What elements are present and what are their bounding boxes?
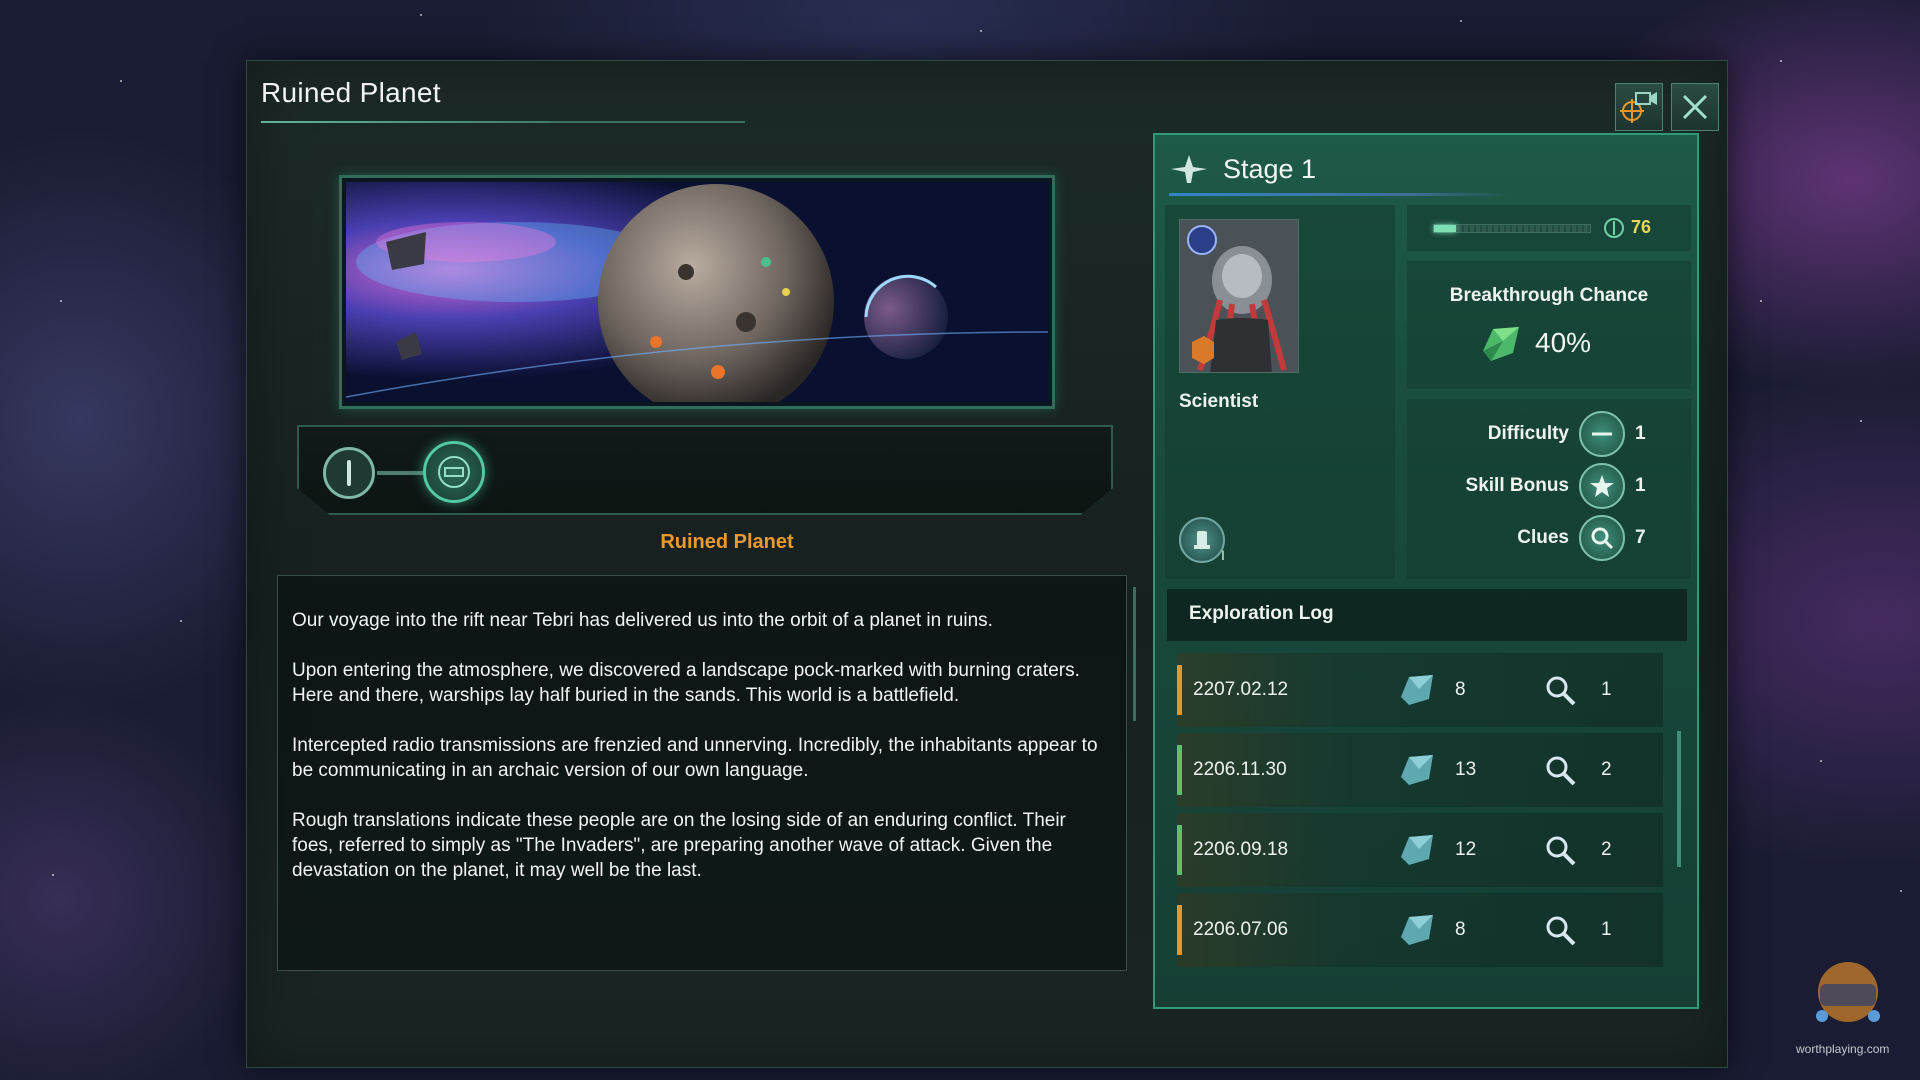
log-entry-date: 2206.09.18 [1193, 839, 1289, 860]
stage-panel: Stage 1 Scientist I 76 Breakthrough Chan… [1153, 133, 1699, 1009]
log-entry-progress: 13 [1455, 759, 1477, 780]
ship-icon [1171, 155, 1207, 183]
breakthrough-gem-icon [1483, 327, 1519, 361]
leader-role: Scientist [1179, 391, 1259, 412]
stat-skill-bonus: Skill Bonus 1 [1466, 463, 1651, 509]
log-entry-accent [1177, 825, 1182, 875]
log-entry-accent [1177, 745, 1182, 795]
watermark-logo [1816, 962, 1880, 1022]
camera-target-button[interactable] [1615, 83, 1663, 131]
log-entry[interactable]: 2206.07.06 8 1 [1177, 893, 1663, 967]
stage-2-icon [438, 456, 470, 488]
progress-gem-icon [1401, 755, 1433, 785]
stage-link [377, 471, 425, 475]
stage-title: Stage 1 [1223, 153, 1317, 184]
stage-tracker [297, 425, 1113, 515]
log-entry[interactable]: 2207.02.12 8 1 [1177, 653, 1663, 727]
description-paragraph: Intercepted radio transmissions are fren… [292, 735, 1098, 781]
log-entry-date: 2207.02.12 [1193, 679, 1289, 700]
progress-gem-icon [1401, 835, 1433, 865]
progress-fill [1434, 225, 1456, 232]
progress-bar [1433, 224, 1591, 233]
log-entry-accent [1177, 665, 1182, 715]
star-icon [1579, 463, 1625, 509]
anomaly-banner-image [339, 175, 1055, 409]
progress-icon [1604, 218, 1624, 238]
stat-label: Clues [1517, 527, 1569, 548]
stage-underline [1169, 193, 1509, 196]
log-entry-clues: 2 [1601, 759, 1612, 780]
stage-header: Stage 1 [1169, 147, 1316, 191]
anomaly-window: Ruined Planet Ruined Planet Our voyage i… [246, 60, 1728, 1068]
trait-icon[interactable] [1179, 517, 1225, 563]
stat-label: Difficulty [1487, 423, 1569, 444]
log-scrollbar[interactable] [1677, 731, 1681, 867]
description-paragraph: Upon entering the atmosphere, we discove… [292, 660, 1080, 706]
log-entry-date: 2206.11.30 [1193, 759, 1287, 780]
log-entry-clues: 1 [1601, 679, 1612, 700]
stat-value: 7 [1635, 527, 1646, 548]
clue-magnifier-icon [1546, 756, 1576, 786]
log-entry-progress: 8 [1455, 919, 1466, 940]
stat-label: Skill Bonus [1465, 475, 1569, 496]
log-entry-clues: 1 [1601, 919, 1612, 940]
title-underline [261, 117, 745, 123]
progress-gem-icon [1401, 915, 1433, 945]
log-entry[interactable]: 2206.09.18 12 2 [1177, 813, 1663, 887]
clue-magnifier-icon [1546, 916, 1576, 946]
log-entry[interactable]: 2206.11.30 13 2 [1177, 733, 1663, 807]
exploration-log-list: 2207.02.12 8 1 2206.11.30 13 2 2206.09.18 12 2 22… [1177, 653, 1663, 973]
stat-value: 1 [1635, 475, 1646, 496]
clue-magnifier-icon [1546, 836, 1576, 866]
log-entry-progress: 12 [1455, 839, 1477, 860]
progress-gem-icon [1401, 675, 1433, 705]
description-box: Our voyage into the rift near Tebri has … [277, 575, 1127, 971]
stat-difficulty: Difficulty 1 [1488, 411, 1651, 457]
scientist-portrait[interactable] [1179, 219, 1299, 373]
stat-value: 1 [1635, 423, 1646, 444]
trait-rank: I [1221, 547, 1225, 563]
progress-value: 76 [1631, 217, 1652, 237]
log-entry-date: 2206.07.06 [1193, 919, 1289, 940]
location-label: Ruined Planet [660, 531, 794, 553]
description-paragraph: Our voyage into the rift near Tebri has … [292, 610, 993, 631]
description-paragraph: Rough translations indicate these people… [292, 810, 1066, 881]
difficulty-icon [1579, 411, 1625, 457]
magnifier-icon [1579, 515, 1625, 561]
breakthrough-value: 40% [1535, 327, 1592, 358]
exploration-log-title: Exploration Log [1189, 603, 1334, 624]
log-entry-progress: 8 [1455, 679, 1466, 700]
log-entry-clues: 2 [1601, 839, 1612, 860]
watermark-text: worthplaying.com [1796, 1042, 1890, 1056]
clue-magnifier-icon [1546, 676, 1576, 706]
stage-1-node[interactable] [323, 447, 375, 499]
camera-target-icon [1620, 92, 1657, 123]
breakthrough-label: Breakthrough Chance [1449, 285, 1649, 306]
close-button[interactable] [1671, 83, 1719, 131]
leader-card: Scientist I [1165, 205, 1395, 579]
exploration-log-header: Exploration Log [1167, 589, 1687, 641]
window-title: Ruined Planet [261, 77, 441, 108]
log-entry-accent [1177, 905, 1182, 955]
progress-box: 76 [1407, 205, 1691, 251]
stat-clues: Clues 7 [1517, 515, 1651, 561]
close-icon [1682, 94, 1708, 120]
description-scrollbar[interactable] [1133, 587, 1136, 721]
stats-box: Difficulty 1 Skill Bonus 1 Clues 7 [1407, 399, 1691, 579]
breakthrough-box: Breakthrough Chance 40% [1407, 261, 1691, 389]
stage-2-node[interactable] [423, 441, 485, 503]
